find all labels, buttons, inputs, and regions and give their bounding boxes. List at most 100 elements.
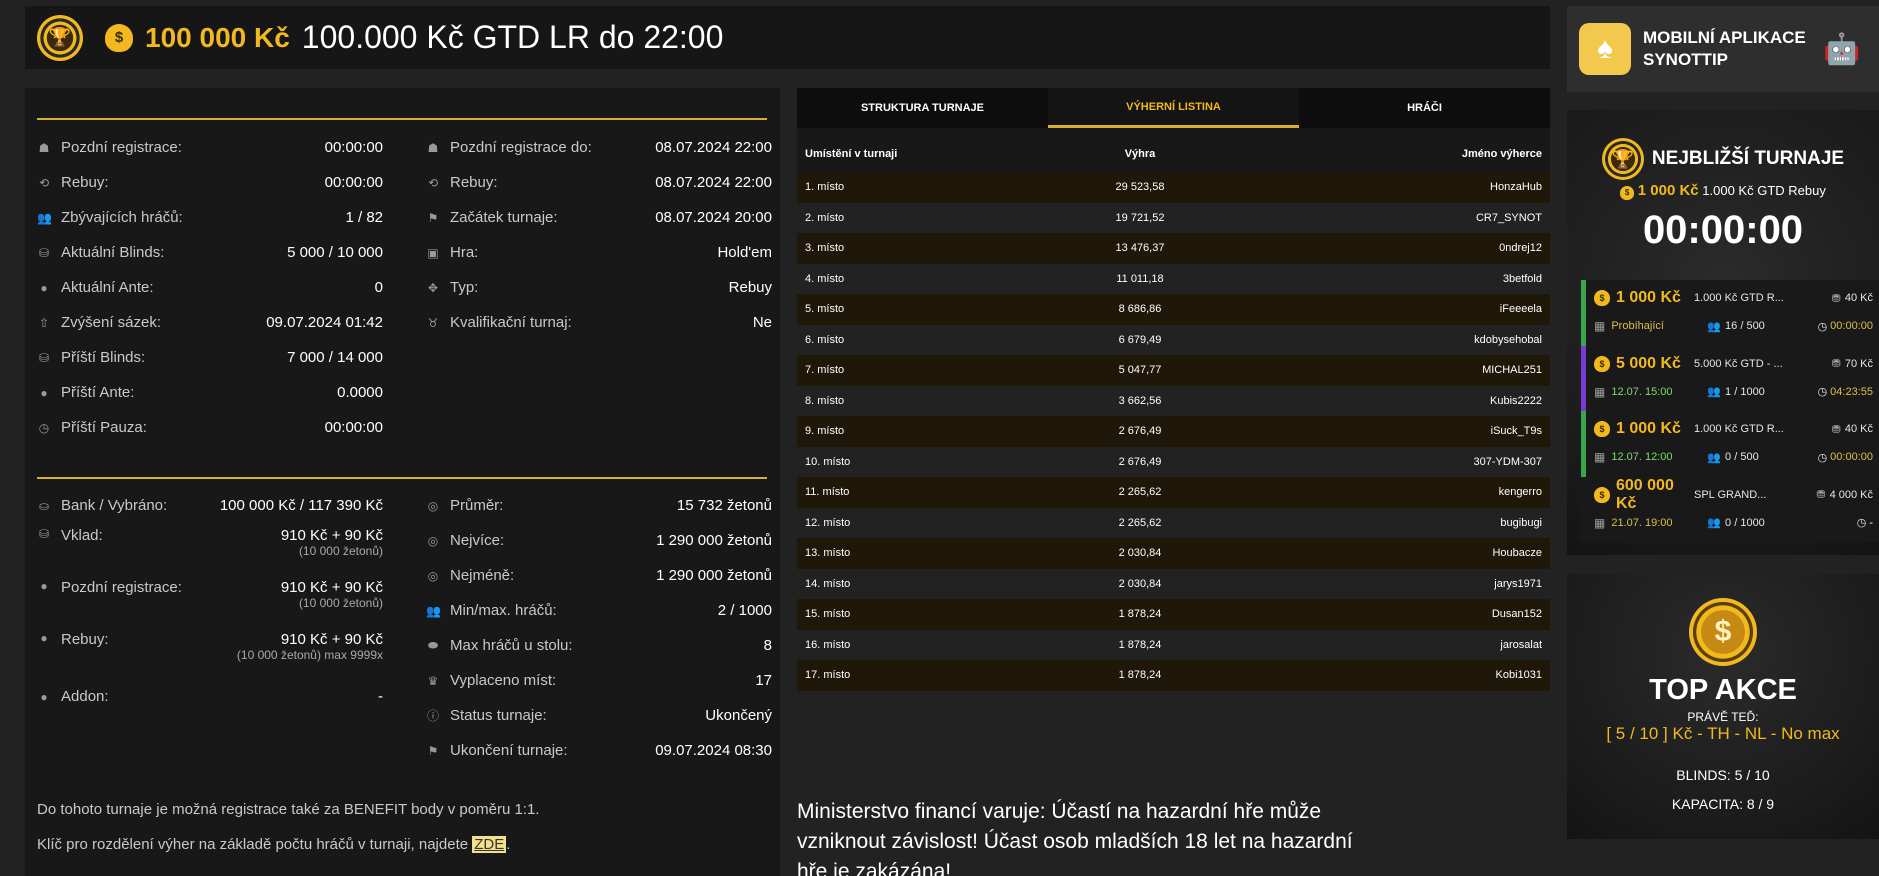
info-row: ⟲ Rebuy: 08.07.2024 22:00 <box>426 165 772 200</box>
winner-cell: 0ndrej12 <box>1499 242 1542 255</box>
info-value-main: 15 732 žetonů <box>676 497 772 514</box>
prize-cell: 8 686,86 <box>1118 303 1162 316</box>
info-row: ◷ Příští Pauza: 00:00:00 <box>37 410 383 445</box>
table-row: 11. místo 2 265,62 kengerro <box>797 477 1550 508</box>
info-row: ● Rebuy: 910 Kč + 90 Kč (10 000 žetonů) max… <box>37 627 383 679</box>
tournament-players: 0 / 500 <box>1725 451 1759 463</box>
prize-cell: 2 676,49 <box>1118 455 1162 468</box>
tab-structure[interactable]: STRUKTURA TURNAJE <box>797 88 1048 128</box>
info-value: 0.0000 <box>337 384 383 401</box>
info-value-main: 08.07.2024 22:00 <box>655 174 772 191</box>
place-cell: 9. místo <box>805 425 845 438</box>
table-row: 1. místo 29 523,58 HonzaHub <box>797 172 1550 203</box>
players-icon: 👥 <box>1707 517 1722 529</box>
info-right-column: ☗ Pozdní registrace do: 08.07.2024 22:00 ⟲ R… <box>426 130 772 340</box>
mobile-app-banner[interactable]: ♠ MOBILNÍ APLIKACE SYNOTTIP 🤖 <box>1567 6 1879 92</box>
tournament-card[interactable]: $5 000 Kč 5.000 Kč GTD - ... ⛃ 70 Kč ▦ 12.07… <box>1581 345 1879 411</box>
info-label: Kvalifikační turnaj: <box>450 314 572 331</box>
place-cell: 3. místo <box>805 242 845 255</box>
info-label: Pozdní registrace do: <box>450 139 592 156</box>
tournament-time: 04:23:55 <box>1830 385 1873 398</box>
benefit-note: Do tohoto turnaje je možná registrace ta… <box>37 801 540 818</box>
winners-panel: STRUKTURA TURNAJE VÝHERNÍ LISTINA HRÁČI … <box>797 88 1550 691</box>
paid-places-icon: ♛ <box>427 673 439 688</box>
place-cell: 7. místo <box>805 364 845 377</box>
info-value: 8 <box>764 637 772 654</box>
tournament-card[interactable]: $1 000 Kč 1.000 Kč GTD R... ⛃ 40 Kč ▦ Probíh… <box>1581 280 1879 346</box>
tournament-card[interactable]: $600 000 Kč SPL GRAND... ⛃ 4 000 Kč ▦ 21.07.… <box>1581 476 1879 542</box>
tournament-time: 00:00:00 <box>1830 320 1873 332</box>
tournament-time: - <box>1869 516 1873 529</box>
ante-icon: ● <box>40 280 48 295</box>
calendar-icon: ▦ <box>1594 384 1606 399</box>
prize-cell: 2 030,84 <box>1118 577 1162 590</box>
info-row: ⇧ Zvýšení sázek: 09.07.2024 01:42 <box>37 305 383 340</box>
info-value: - <box>378 688 383 705</box>
prize-cell: 29 523,58 <box>1115 181 1165 194</box>
info-left-column: ☗ Pozdní registrace: 00:00:00 ⟲ Rebuy: 00:00:… <box>37 130 383 445</box>
winner-cell: jarys1971 <box>1494 577 1542 590</box>
tournament-info-panel: ☗ Pozdní registrace: 00:00:00 ⟲ Rebuy: 00:00:… <box>25 88 780 876</box>
least-icon: ◎ <box>427 568 439 583</box>
info-value: 00:00:00 <box>325 174 383 191</box>
place-cell: 4. místo <box>805 272 845 285</box>
info-label: Hra: <box>450 244 479 261</box>
rebuy-icon: ⟲ <box>427 175 439 190</box>
info-row: ⟲ Rebuy: 00:00:00 <box>37 165 383 200</box>
android-icon[interactable]: 🤖 <box>1823 32 1860 67</box>
payout-key-note: Klíč pro rozdělení výher na základě počt… <box>37 836 510 853</box>
info-value-main: 5 000 / 10 000 <box>287 244 383 261</box>
info-value-main: 08.07.2024 22:00 <box>655 139 772 156</box>
info-value: 00:00:00 <box>325 139 383 156</box>
bank-value: 100 000 Kč / 117 390 Kč <box>219 497 383 514</box>
info-row: ⬬ Max hráčů u stolu: 8 <box>426 628 772 663</box>
info-label: Pozdní registrace: <box>61 579 182 596</box>
nearest-featured[interactable]: $ 1 000 Kč 1.000 Kč GTD Rebuy <box>1567 182 1879 200</box>
payout-key-link[interactable]: ZDE <box>472 836 507 853</box>
tournament-players: 16 / 500 <box>1725 320 1765 332</box>
dollar-chip-icon: $ <box>1689 598 1757 666</box>
prize-cell: 19 721,52 <box>1115 211 1165 224</box>
info-value-main: 00:00:00 <box>324 139 383 156</box>
rebuy-fee-icon: ● <box>40 631 48 645</box>
stats-right-column: ◎ Průměr: 15 732 žetonů ◎ Nejvíce: 1 290 000 … <box>426 488 772 768</box>
info-value-main: 1 290 000 žetonů <box>656 532 772 549</box>
winner-cell: HonzaHub <box>1490 181 1542 194</box>
info-label: Příští Pauza: <box>61 419 147 436</box>
tournament-name: SPL GRAND... <box>1694 488 1767 501</box>
place-cell: 12. místo <box>805 516 851 529</box>
tournament-amount: 1 000 Kč <box>1616 420 1681 437</box>
info-label: Aktuální Blinds: <box>61 244 165 261</box>
info-value: 00:00:00 <box>325 419 383 436</box>
tournament-card[interactable]: $1 000 Kč 1.000 Kč GTD R... ⛃ 40 Kč ▦ 12.07.… <box>1581 411 1879 477</box>
info-value: 1 290 000 žetonů <box>656 532 772 549</box>
info-value: 17 <box>755 672 772 689</box>
info-value-main: 8 <box>763 637 772 654</box>
table-row: 2. místo 19 721,52 CR7_SYNOT <box>797 202 1550 233</box>
winner-cell: Dusan152 <box>1491 608 1542 621</box>
info-value-main: 00:00:00 <box>324 174 383 191</box>
info-label: Vklad: <box>61 527 103 544</box>
tournament-row-bottom: ▦ 21.07. 19:00 👥 0 / 1000 ◷ - <box>1594 509 1873 537</box>
info-label: Status turnaje: <box>450 707 547 724</box>
spade-app-icon: ♠ <box>1579 23 1631 75</box>
tournament-row-top: $1 000 Kč 1.000 Kč GTD R... ⛃ 40 Kč <box>1594 284 1873 312</box>
info-row: ● Pozdní registrace: 910 Kč + 90 Kč (10 000… <box>37 575 383 627</box>
winner-cell: Kubis2222 <box>1490 394 1542 407</box>
tournament-players: 1 / 1000 <box>1725 385 1765 398</box>
end-flag-icon: ⚑ <box>427 743 439 758</box>
prize-cell: 2 030,84 <box>1118 547 1162 560</box>
info-row: ⛁ Vklad: 910 Kč + 90 Kč (10 000 žetonů) <box>37 523 383 575</box>
info-row: ⚑ Ukončení turnaje: 09.07.2024 08:30 <box>426 733 772 768</box>
tournament-row-bottom: ▦ Probíhající 👥 16 / 500 ◷ 00:00:00 <box>1594 312 1873 340</box>
top-action-panel[interactable]: $ TOP AKCE PRÁVĚ TEĎ: [ 5 / 10 ] Kč - TH… <box>1567 574 1879 839</box>
tab-winners[interactable]: VÝHERNÍ LISTINA <box>1048 88 1299 128</box>
info-value-main: 7 000 / 14 000 <box>287 349 383 366</box>
nearest-countdown: 00:00:00 <box>1642 208 1804 252</box>
tournament-buyin: 4 000 Kč <box>1829 488 1873 501</box>
tournament-status: 12.07. 12:00 <box>1611 451 1673 463</box>
place-cell: 11. místo <box>805 486 850 499</box>
tournament-row-bottom: ▦ 12.07. 15:00 👥 1 / 1000 ◷ 04:23:55 <box>1594 378 1873 406</box>
nearest-title: 🏆 NEJBLIŽŠÍ TURNAJE <box>1567 138 1879 180</box>
tab-players[interactable]: HRÁČI <box>1299 88 1550 128</box>
